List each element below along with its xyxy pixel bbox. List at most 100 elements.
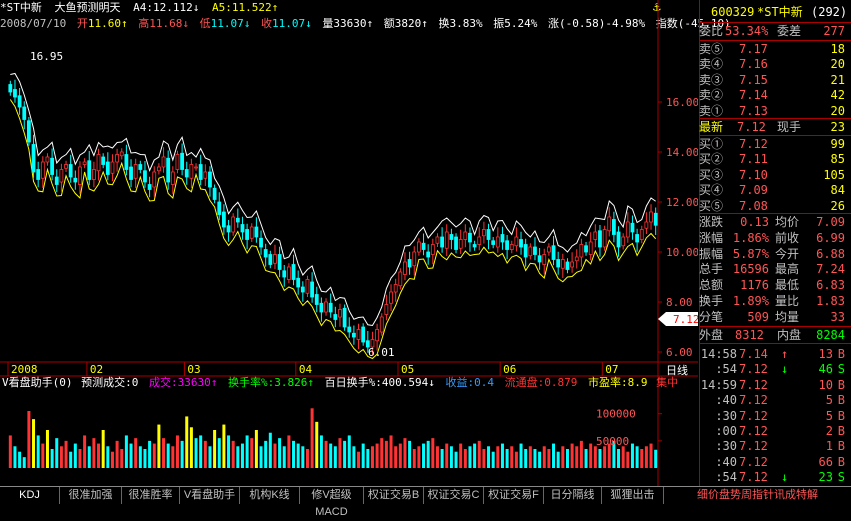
buy-level-label: 买④ — [699, 183, 724, 198]
tab-8[interactable]: 权证交易F — [484, 487, 544, 504]
candle-body — [254, 226, 259, 238]
indicator-name-label: V看盘助手(0) — [2, 376, 73, 389]
candle-body — [375, 329, 380, 342]
x-tick-label: 03 — [187, 363, 200, 376]
candle-body — [73, 177, 78, 183]
candle-body — [87, 160, 92, 180]
tick-side: B — [837, 377, 845, 392]
tab-0[interactable]: KDJ — [0, 487, 60, 504]
candle-body — [430, 244, 435, 255]
candle-body — [598, 230, 602, 248]
stat-label: 换手 — [699, 294, 724, 308]
tick-time: :40 — [715, 393, 737, 408]
volume-bar — [189, 427, 193, 468]
tick-price: 7.12 — [739, 470, 768, 485]
volume-bar — [412, 449, 416, 468]
sell-price: 7.16 — [739, 57, 768, 72]
tab-1[interactable]: 很准加强 — [60, 487, 122, 504]
volume-bar — [254, 430, 258, 468]
candle-body — [310, 281, 315, 298]
candle-body — [124, 154, 129, 170]
candle-body — [454, 236, 458, 250]
stat-value: 0.13 — [740, 215, 769, 229]
candle-body — [273, 254, 277, 264]
stat-value: 509 — [747, 309, 769, 324]
sell-row: 卖③ 7.15 21 — [699, 72, 851, 88]
stat-row: 涨幅 1.86% 前收 6.99 — [699, 230, 851, 246]
volume-bar — [352, 446, 356, 468]
stat-value: 16596 — [732, 262, 769, 277]
tab-6[interactable]: 权证交易B — [364, 487, 424, 504]
candle-body — [505, 240, 510, 250]
volume-bar — [59, 446, 63, 468]
hundred-label: 百日换手%: — [324, 376, 382, 389]
deal-label: 成交: — [149, 376, 178, 389]
candle-body — [59, 169, 64, 183]
tab-2[interactable]: 很准胜率 — [122, 487, 180, 504]
candle-body — [588, 241, 593, 255]
volume-bar — [8, 435, 12, 468]
volume-bar — [73, 443, 77, 468]
candle-body — [333, 314, 338, 320]
stat-value: 1.89% — [732, 294, 769, 308]
tab-3[interactable]: V看盘助手 — [180, 487, 240, 504]
vol-tick-label: 100000 — [596, 408, 636, 421]
candle-body — [277, 254, 282, 270]
stat-label: 振幅 — [699, 246, 724, 261]
candle-body — [607, 216, 612, 232]
stat-value: 7.09 — [816, 215, 845, 229]
buy-level-label: 买⑤ — [699, 198, 724, 213]
volume-bar — [389, 435, 393, 468]
pe-value: 8.9 — [627, 376, 648, 389]
tab-9[interactable]: 日分隔线 — [544, 487, 602, 504]
volume-bar — [245, 435, 249, 468]
volume-bar — [617, 449, 621, 468]
tick-volume: 1 — [825, 439, 833, 454]
volume-bar — [185, 416, 189, 468]
candle-body — [170, 171, 175, 185]
news-ticker[interactable]: 细价盘势周指针讯成特解 — [664, 487, 851, 504]
y-tick-label: 8.00 — [666, 296, 693, 309]
sell-level-label: 卖② — [699, 88, 724, 103]
tick-time: :54 — [715, 362, 737, 377]
inner-label: 内盘 — [777, 328, 802, 342]
volume-bar — [603, 446, 607, 468]
candle-body — [110, 161, 115, 174]
profit-value: 0.4 — [474, 376, 494, 389]
tick-price: 7.12 — [739, 362, 768, 377]
y-tick-label: 10.00 — [666, 246, 698, 259]
tick-price: 7.12 — [739, 393, 768, 408]
chart-pane[interactable]: *ST中新 大鱼预测明天 A4:12.112↓ A5:11.522↑ ⚓ 200… — [0, 0, 731, 486]
turn-rate-value: 3.826↑ — [274, 376, 314, 389]
price-chart[interactable]: 16.00 14.00 12.00 10.00 8.00 6.00 2008 02 03 04 0… — [0, 0, 698, 486]
stat-value: 7.24 — [816, 262, 845, 277]
sell-row: 卖④ 7.16 20 — [699, 56, 851, 72]
tab-4[interactable]: 机构K线 — [240, 487, 300, 504]
period-label[interactable]: 日线 — [666, 362, 688, 378]
candle-body — [31, 144, 36, 173]
tab-10[interactable]: 狐狸出击 — [602, 487, 664, 504]
volume-bar — [357, 451, 361, 468]
volume-bar — [565, 449, 569, 468]
y-tick-label: 12.00 — [666, 196, 698, 209]
stat-label: 最低 — [775, 278, 800, 293]
stat-label: 均量 — [775, 309, 800, 324]
tick-row: :54 7.12 ↓ 46 S — [699, 361, 851, 377]
volume-bar — [69, 451, 73, 468]
volume-bar — [171, 446, 175, 468]
volume-bar — [120, 449, 124, 468]
tick-volume: 23 — [818, 470, 833, 485]
buy-row: 买② 7.11 85 — [699, 151, 851, 167]
candle-body — [486, 229, 491, 240]
tab-7[interactable]: 权证交易C — [424, 487, 484, 504]
candle-body — [635, 234, 640, 243]
candle-body — [389, 291, 393, 304]
volume-bar — [175, 435, 179, 468]
stat-label: 均价 — [775, 215, 800, 229]
candle-body — [458, 239, 463, 249]
volume-bar — [268, 432, 272, 468]
buy-price: 7.12 — [739, 137, 768, 151]
lower-band-line — [9, 99, 657, 360]
tick-side: B — [837, 439, 845, 454]
tab-5[interactable]: 修V超级MACD — [300, 487, 364, 518]
